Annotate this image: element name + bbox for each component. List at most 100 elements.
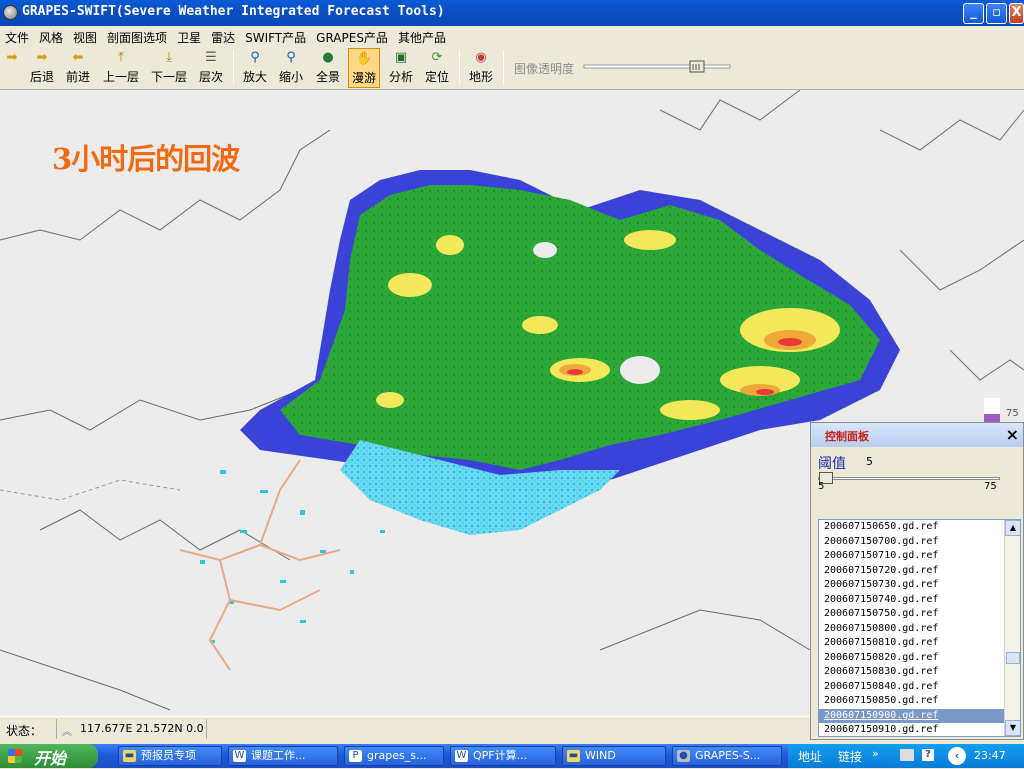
file-list-item[interactable]: 200607150820.gd.ref	[819, 651, 1020, 666]
address-label[interactable]: 地址	[798, 748, 822, 765]
threshold-value: 5	[866, 455, 873, 468]
file-list-item[interactable]: 200607150650.gd.ref	[819, 520, 1020, 535]
taskbar-item-label: 课题工作...	[251, 749, 306, 762]
file-list-item[interactable]: 200607150810.gd.ref	[819, 636, 1020, 651]
taskbar-item-label: WIND	[585, 749, 616, 762]
file-list-item[interactable]: 200607150910.gd.ref	[819, 723, 1020, 736]
zoom-out-icon: ⚲	[286, 50, 296, 65]
file-list-item[interactable]: 200607150750.gd.ref	[819, 607, 1020, 622]
toolbar-separator	[503, 50, 504, 84]
chevron-left-icon[interactable]: ‹	[948, 747, 966, 765]
tool-zoom-out[interactable]: ⚲ 缩小	[276, 48, 306, 88]
restore-button[interactable]: ▫	[986, 3, 1007, 24]
status-label: 状态：	[6, 724, 43, 738]
menu-grapes[interactable]: GRAPES产品	[311, 26, 393, 46]
menu-satellite[interactable]: 卫星	[172, 26, 206, 46]
taskbar-item[interactable]: W 课题工作...	[228, 746, 338, 766]
app-window: GRAPES-SWIFT(Severe Weather Integrated F…	[0, 0, 1024, 744]
app-icon	[3, 5, 18, 20]
echo-gap	[533, 242, 557, 258]
menu-file[interactable]: 文件	[0, 26, 34, 46]
file-list-item[interactable]: 200607150730.gd.ref	[819, 578, 1020, 593]
menu-other[interactable]: 其他产品	[393, 26, 451, 46]
taskbar-item[interactable]: ● GRAPES-S...	[672, 746, 782, 766]
taskbar-item-label: grapes_s...	[367, 749, 427, 762]
threshold-label: 阈值	[818, 456, 846, 472]
window-title: GRAPES-SWIFT(Severe Weather Integrated F…	[22, 4, 445, 19]
ppt-icon: P	[349, 750, 362, 762]
title-bar[interactable]: GRAPES-SWIFT(Severe Weather Integrated F…	[0, 0, 1024, 26]
tool-back[interactable]: ➡ 后退	[28, 48, 56, 88]
tool-layer-down[interactable]: ⤓ 下一层	[148, 48, 190, 88]
menu-radar[interactable]: 雷达	[206, 26, 240, 46]
links-label[interactable]: 链接	[838, 748, 862, 765]
tool-layers[interactable]: ☰ 层次	[196, 48, 226, 88]
file-list-item[interactable]: 200607150850.gd.ref	[819, 694, 1020, 709]
zoom-in-icon: ⚲	[250, 50, 260, 65]
tool-forward[interactable]: ⬅ 前进	[64, 48, 92, 88]
opacity-slider[interactable]	[582, 60, 734, 74]
panel-header[interactable]: 控制面板 ×	[811, 423, 1023, 447]
menu-swift[interactable]: SWIFT产品	[240, 26, 311, 46]
taskbar-item[interactable]: ▬ 预报员专项	[118, 746, 222, 766]
threshold-slider[interactable]	[818, 477, 1000, 480]
arrow-left-icon: ⬅	[72, 50, 84, 65]
control-panel[interactable]: 控制面板 × 阈值 5 5 75 200607150650.gd.ref 2006…	[810, 422, 1024, 740]
taskbar-item[interactable]: ▬ WIND	[562, 746, 666, 766]
minimize-button[interactable]: _	[963, 3, 984, 24]
taskbar-item[interactable]: W QPF计算...	[450, 746, 556, 766]
scroll-up-arrow-icon[interactable]: ▲	[1005, 520, 1020, 536]
close-button[interactable]: X	[1009, 3, 1024, 24]
tool-full-view[interactable]: ● 全景	[312, 48, 344, 88]
list-scroll-thumb[interactable]	[1006, 652, 1020, 664]
legend-label: 75	[1006, 408, 1019, 419]
toolbar-separator	[233, 50, 234, 84]
opacity-label: 图像透明度	[514, 62, 575, 76]
file-list[interactable]: 200607150650.gd.ref 200607150700.gd.ref 20…	[818, 519, 1021, 737]
taskbar-item-label: QPF计算...	[473, 749, 528, 762]
menu-view[interactable]: 视图	[68, 26, 102, 46]
menu-style[interactable]: 风格	[34, 26, 68, 46]
clock: 23:47	[974, 749, 1006, 762]
panel-close-button[interactable]: ×	[1006, 425, 1019, 444]
file-list-item[interactable]: 200607150840.gd.ref	[819, 680, 1020, 695]
taskbar-item[interactable]: Pgrapes_s...	[344, 746, 444, 766]
keyboard-icon[interactable]	[900, 749, 914, 761]
status-divider	[206, 719, 207, 739]
file-list-item[interactable]: 200607150830.gd.ref	[819, 665, 1020, 680]
tool-terrain[interactable]: ◉ 地形	[466, 48, 496, 88]
scroll-down-arrow-icon[interactable]: ▼	[1005, 720, 1020, 736]
tool-locate[interactable]: ⟳ 定位	[422, 48, 452, 88]
start-button[interactable]: 开始	[0, 744, 98, 768]
help-icon[interactable]: ?	[922, 749, 934, 761]
layers-icon: ☰	[205, 50, 217, 65]
file-list-item[interactable]: 200607150900.gd.ref	[819, 708, 1020, 723]
folder-icon: ▬	[567, 750, 580, 762]
file-list-item[interactable]: 200607150720.gd.ref	[819, 564, 1020, 579]
app-icon: ●	[677, 750, 690, 762]
menu-bar: 文件 风格 视图 剖面图选项 卫星 雷达 SWIFT产品 GRAPES产品 其他产品	[0, 26, 1024, 46]
status-coords: 117.677E 21.572N 0.0	[80, 722, 204, 735]
tool-icon-only[interactable]: ➡	[4, 48, 20, 88]
globe-icon: ●	[322, 50, 334, 65]
tool-zoom-in[interactable]: ⚲ 放大	[240, 48, 270, 88]
file-list-item[interactable]: 200607150700.gd.ref	[819, 535, 1020, 550]
layer-up-icon: ⤒	[118, 50, 124, 65]
list-scrollbar[interactable]: ▲ ▼	[1004, 520, 1020, 736]
file-list-item[interactable]: 200607150800.gd.ref	[819, 622, 1020, 637]
menu-section[interactable]: 剖面图选项	[102, 26, 172, 46]
echo-gap	[620, 356, 660, 384]
locate-icon: ⟳	[431, 50, 443, 65]
file-list-item[interactable]: 200607150710.gd.ref	[819, 549, 1020, 564]
arrow-right-icon: ➡	[36, 50, 48, 65]
folder-icon: ▬	[123, 750, 136, 762]
chevron-right-icon[interactable]: »	[872, 747, 879, 760]
double-chevron-icon: ︽	[62, 727, 72, 738]
tool-layer-up[interactable]: ⤒ 上一层	[100, 48, 142, 88]
province-boundary	[0, 479, 181, 501]
tool-pan[interactable]: ✋ 漫游	[348, 48, 380, 88]
tool-analyze[interactable]: ▣ 分析	[386, 48, 416, 88]
legend-swatch	[984, 398, 1000, 414]
layer-down-icon: ⤓	[166, 50, 172, 65]
file-list-item[interactable]: 200607150740.gd.ref	[819, 593, 1020, 608]
